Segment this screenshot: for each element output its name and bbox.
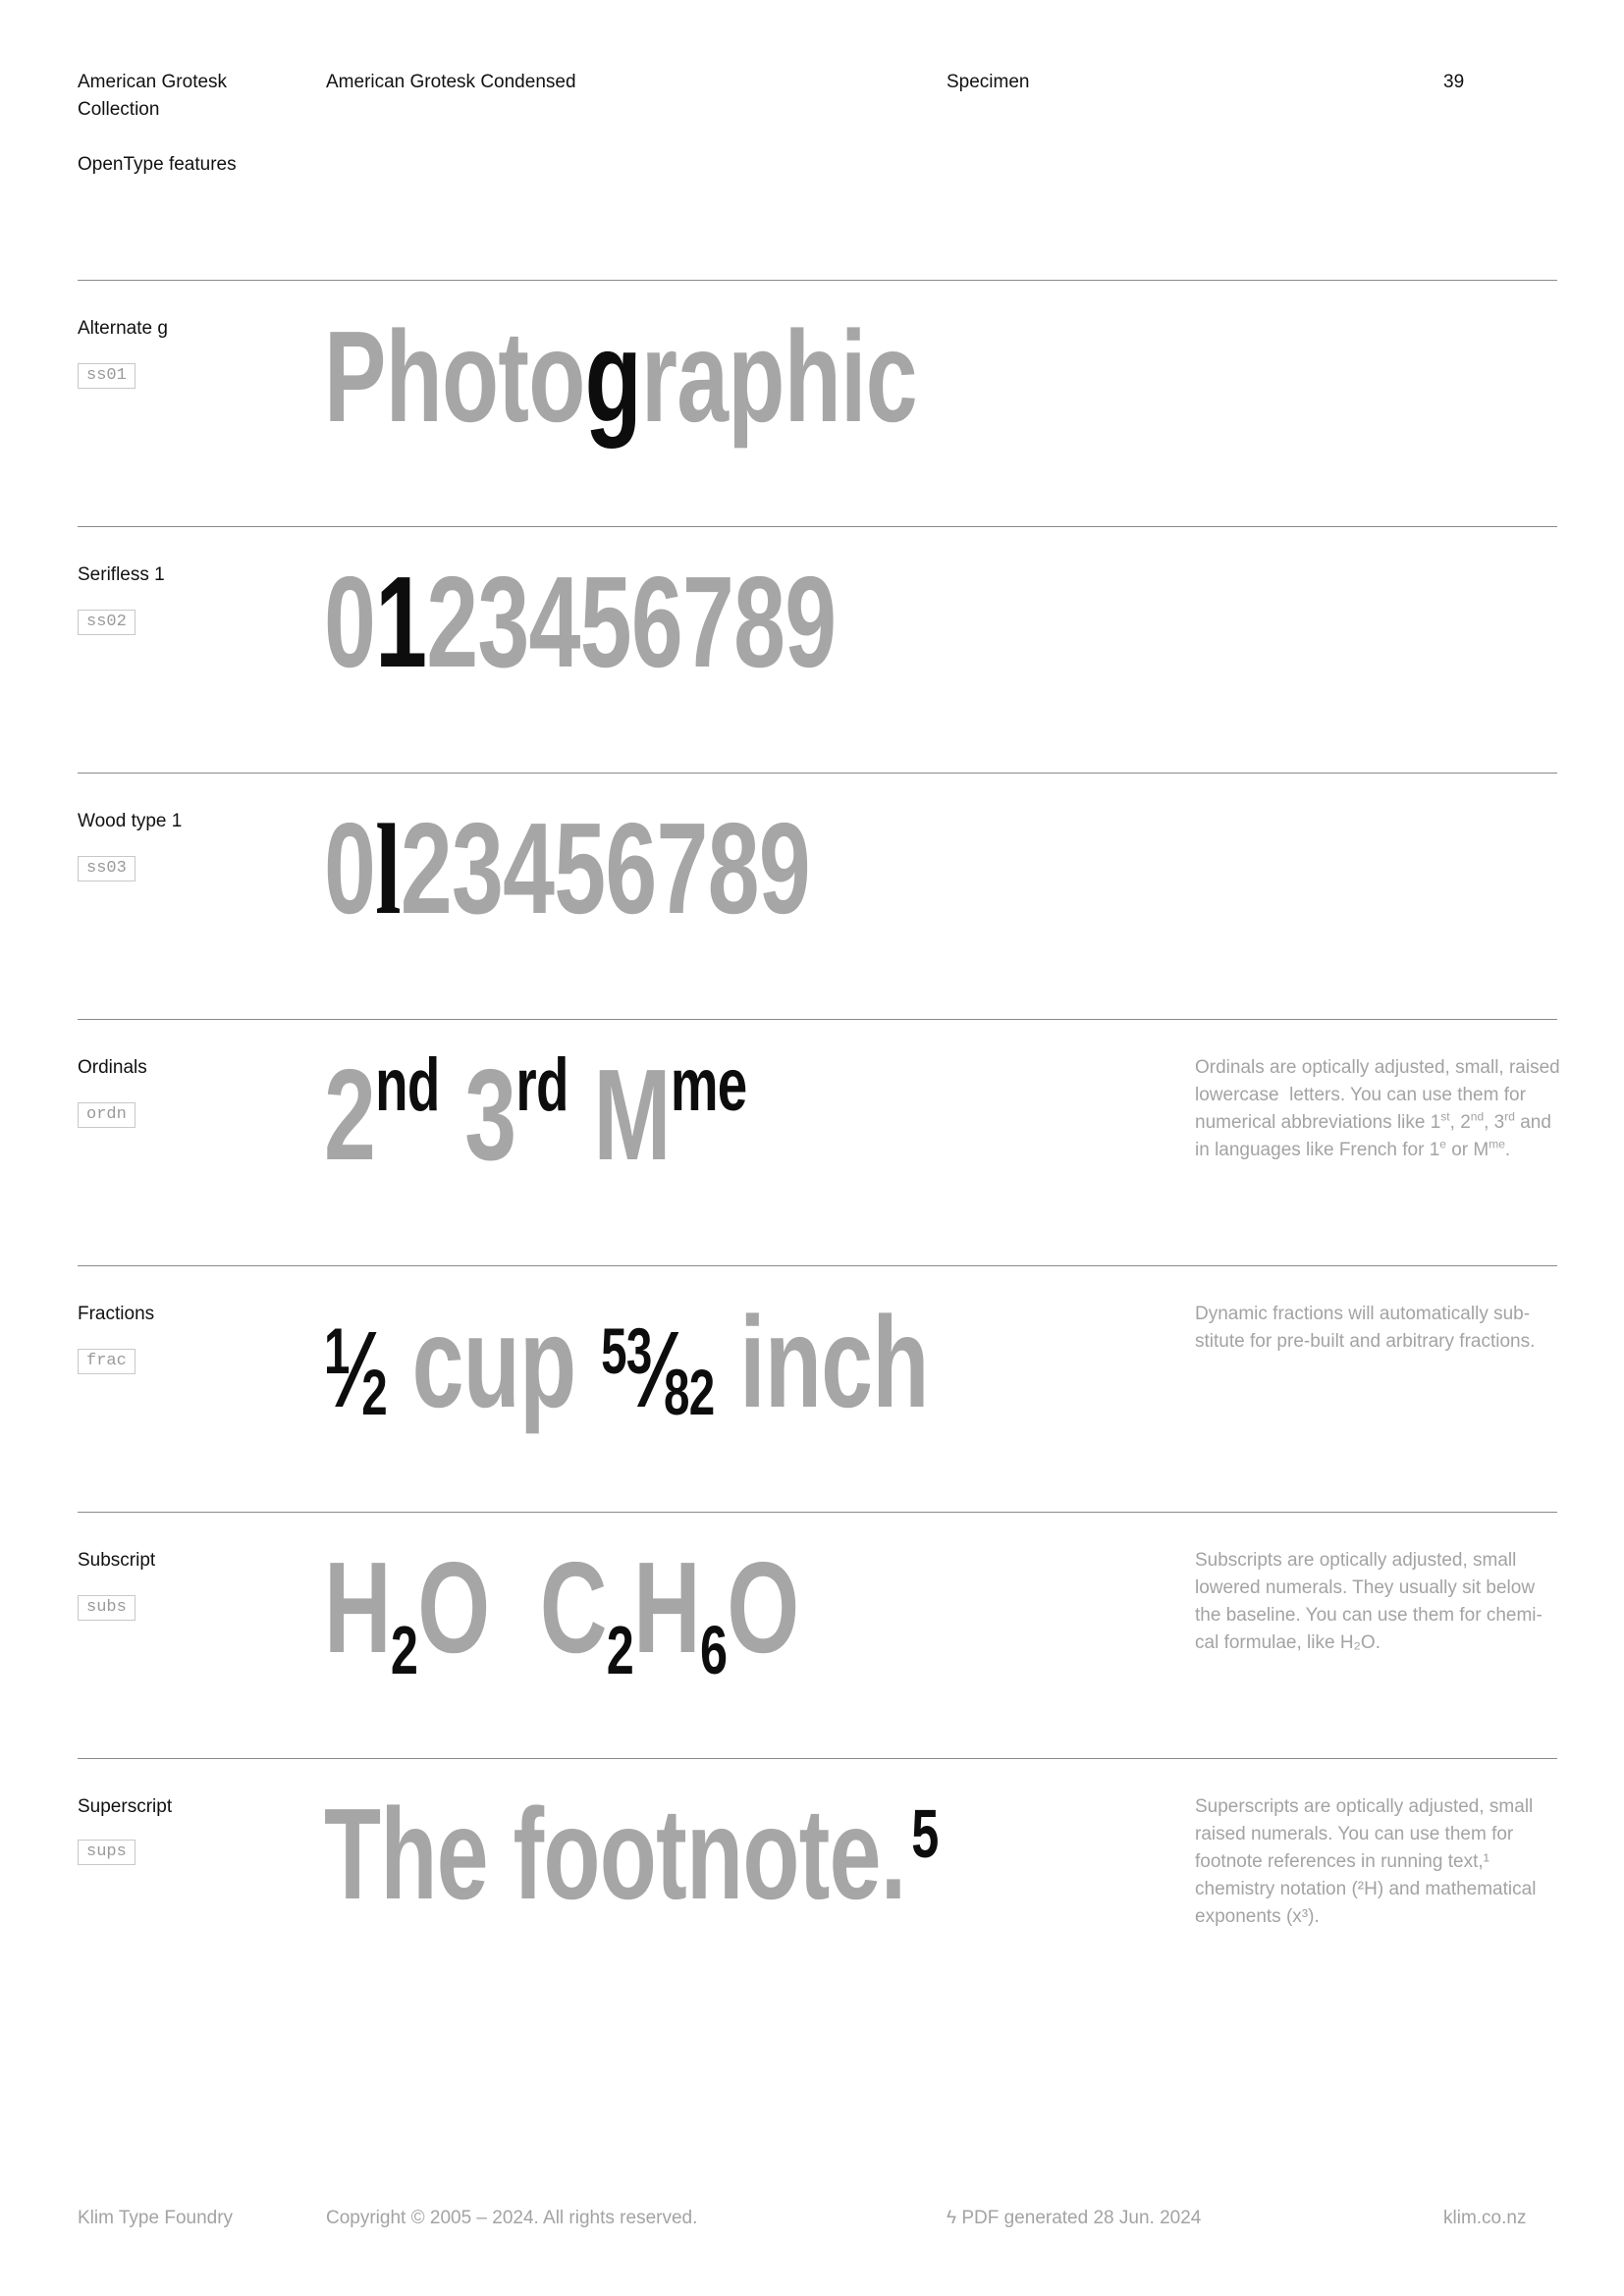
- feature-tag: subs: [78, 1595, 135, 1621]
- divider: [78, 1758, 1557, 1759]
- fraction-numerator: 1: [324, 1314, 350, 1387]
- feature-tag: sups: [78, 1840, 135, 1865]
- feature-sample: 2nd 3rd Mme: [324, 1043, 747, 1200]
- fraction-denominator: 2: [361, 1356, 387, 1428]
- section-title: OpenType features: [78, 154, 237, 175]
- feature-label: Ordinals: [78, 1057, 147, 1078]
- feature-description: Ordinals are optically adjusted, small, …: [1195, 1057, 1560, 1160]
- highlight-glyph: 1: [375, 550, 427, 694]
- fraction-slash: ⁄: [651, 1309, 665, 1430]
- page-number: 39: [1443, 72, 1465, 92]
- feature-description: Subscripts are optically adjusted, small…: [1195, 1550, 1543, 1653]
- feature-tag: ss03: [78, 856, 135, 881]
- divider: [78, 773, 1557, 774]
- feature-tag: ss02: [78, 610, 135, 635]
- sample-text: O: [727, 1535, 799, 1680]
- subscript-numeral: 2: [606, 1612, 634, 1688]
- fraction-slash: ⁄: [349, 1309, 362, 1430]
- divider: [78, 1019, 1557, 1020]
- feature-sample: The footnote.5: [324, 1789, 939, 1940]
- subscript-numeral: 2: [390, 1612, 418, 1688]
- sample-text: 0: [324, 550, 376, 694]
- divider: [78, 526, 1557, 527]
- footer-foundry: Klim Type Foundry: [78, 2208, 234, 2228]
- feature-tag: ordn: [78, 1102, 135, 1128]
- highlight-glyph: l: [375, 797, 401, 941]
- feature-label: Fractions: [78, 1304, 155, 1324]
- sample-text: H: [324, 1535, 392, 1680]
- superscript-numeral: 5: [911, 1795, 939, 1872]
- divider: [78, 280, 1557, 281]
- sample-text: 2: [324, 1042, 376, 1187]
- sample-text: M: [593, 1042, 671, 1187]
- divider: [78, 1512, 1557, 1513]
- sample-text: 23456789: [400, 796, 811, 940]
- collection-name: American Grotesk Collection: [78, 72, 228, 120]
- family-name: American Grotesk Condensed: [326, 72, 576, 92]
- document-type: Specimen: [947, 72, 1030, 92]
- feature-sample: H2O C2H6O: [324, 1543, 799, 1693]
- sample-text: 3: [464, 1042, 516, 1187]
- feature-tag: frac: [78, 1349, 135, 1374]
- sample-text: inch: [714, 1290, 929, 1434]
- feature-description: Dynamic fractions will automatically sub…: [1195, 1304, 1536, 1352]
- sample-text: 23456789: [426, 550, 837, 694]
- subscript-numeral: 6: [699, 1612, 728, 1688]
- feature-label: Superscript: [78, 1796, 173, 1817]
- fraction-denominator: 82: [664, 1356, 715, 1428]
- sample-text: Photo: [324, 304, 585, 449]
- feature-sample: 0123456789: [324, 558, 837, 687]
- ordinal-suffix: nd: [375, 1043, 440, 1127]
- ordinal-suffix: rd: [515, 1043, 568, 1127]
- sample-text: H: [633, 1535, 701, 1680]
- sample-text: The footnote.: [324, 1782, 906, 1926]
- feature-label: Serifless 1: [78, 564, 165, 585]
- footer-copyright: Copyright © 2005 – 2024. All rights rese…: [326, 2208, 698, 2228]
- feature-sample: 0l23456789: [324, 804, 811, 934]
- sample-text: raphic: [640, 304, 918, 449]
- fraction-numerator: 53: [601, 1314, 652, 1387]
- divider: [78, 1265, 1557, 1266]
- feature-description: Superscripts are optically adjusted, sma…: [1195, 1796, 1537, 1927]
- sample-text: O C: [417, 1535, 607, 1680]
- feature-label: Subscript: [78, 1550, 156, 1571]
- feature-label: Wood type 1: [78, 811, 183, 831]
- feature-sample: 1⁄2 cup 53⁄82 inch: [324, 1298, 929, 1449]
- feature-sample: Photographic: [324, 312, 918, 442]
- highlight-glyph: g: [584, 304, 642, 449]
- feature-tag: ss01: [78, 363, 135, 389]
- footer-website-link[interactable]: klim.co.nz: [1443, 2205, 1526, 2232]
- sample-text: cup: [386, 1290, 602, 1434]
- ordinal-suffix: me: [670, 1043, 747, 1127]
- footer-generated: ϟ PDF generated 28 Jun. 2024: [947, 2208, 1202, 2228]
- feature-label: Alternate g: [78, 318, 168, 339]
- sample-text: 0: [324, 796, 376, 940]
